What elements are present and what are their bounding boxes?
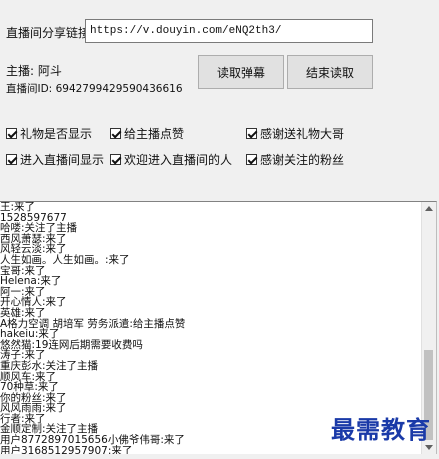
room-id-label: 直播间ID: <box>6 83 53 95</box>
checkbox-checked-icon[interactable] <box>246 154 257 165</box>
option-like-anchor[interactable]: 给主播点赞 <box>110 125 184 142</box>
room-id-value: 6942799429590436616 <box>55 83 183 95</box>
log-line: 顺风车:来了 <box>0 370 57 383</box>
log-line: 人生如画。人生如画。:来了 <box>0 253 130 266</box>
watermark-text: 最需教育 <box>331 415 431 444</box>
log-line: A格力空调 胡培军 劳务派遣:给主播点赞 <box>0 317 186 330</box>
option-show-room-entry[interactable]: 进入直播间显示 <box>6 151 104 168</box>
log-line: 开心情人:来了 <box>0 296 67 309</box>
checkbox-checked-icon[interactable] <box>6 128 17 139</box>
share-link-input[interactable] <box>85 19 373 43</box>
log-line: 王:来了 <box>0 201 36 213</box>
option-label: 欢迎进入直播间的人 <box>124 153 233 167</box>
checkbox-checked-icon[interactable] <box>246 128 257 139</box>
scroll-up-icon[interactable] <box>425 206 433 211</box>
log-line: 用户3168512957907:来了 <box>0 444 133 454</box>
log-line: Helena:来了 <box>0 275 62 288</box>
scroll-down-icon[interactable] <box>425 445 433 450</box>
checkbox-checked-icon[interactable] <box>6 154 17 165</box>
log-line: 悠然猫:19连网后期需要收费吗 <box>0 338 143 351</box>
checkbox-checked-icon[interactable] <box>110 154 121 165</box>
anchor-label: 主播: <box>6 64 35 78</box>
share-link-label: 直播间分享链接: <box>6 26 95 40</box>
anchor-name: 阿斗 <box>37 64 62 78</box>
option-thank-gift-givers[interactable]: 感谢送礼物大哥 <box>246 125 344 142</box>
anchor-info: 主播: 阿斗 <box>6 62 62 79</box>
log-line: 宝哥:来了 <box>0 264 46 277</box>
option-thank-followers[interactable]: 感谢关注的粉丝 <box>246 151 344 168</box>
option-label: 进入直播间显示 <box>20 153 105 167</box>
option-label: 感谢送礼物大哥 <box>260 127 345 141</box>
option-show-gifts[interactable]: 礼物是否显示 <box>6 125 92 142</box>
option-label: 感谢关注的粉丝 <box>260 153 345 167</box>
room-info: 直播间ID: 6942799429590436616 <box>6 81 183 96</box>
checkbox-checked-icon[interactable] <box>110 128 121 139</box>
log-line: 英雄:来了 <box>0 306 46 319</box>
option-welcome-visitors[interactable]: 欢迎进入直播间的人 <box>110 151 232 168</box>
log-line: 重庆彭水:关注了主播 <box>0 359 99 372</box>
option-label: 礼物是否显示 <box>20 127 93 141</box>
stop-reading-button[interactable]: 结束读取 <box>287 55 373 89</box>
read-danmaku-button[interactable]: 读取弹幕 <box>198 55 284 89</box>
option-label: 给主播点赞 <box>124 127 185 141</box>
